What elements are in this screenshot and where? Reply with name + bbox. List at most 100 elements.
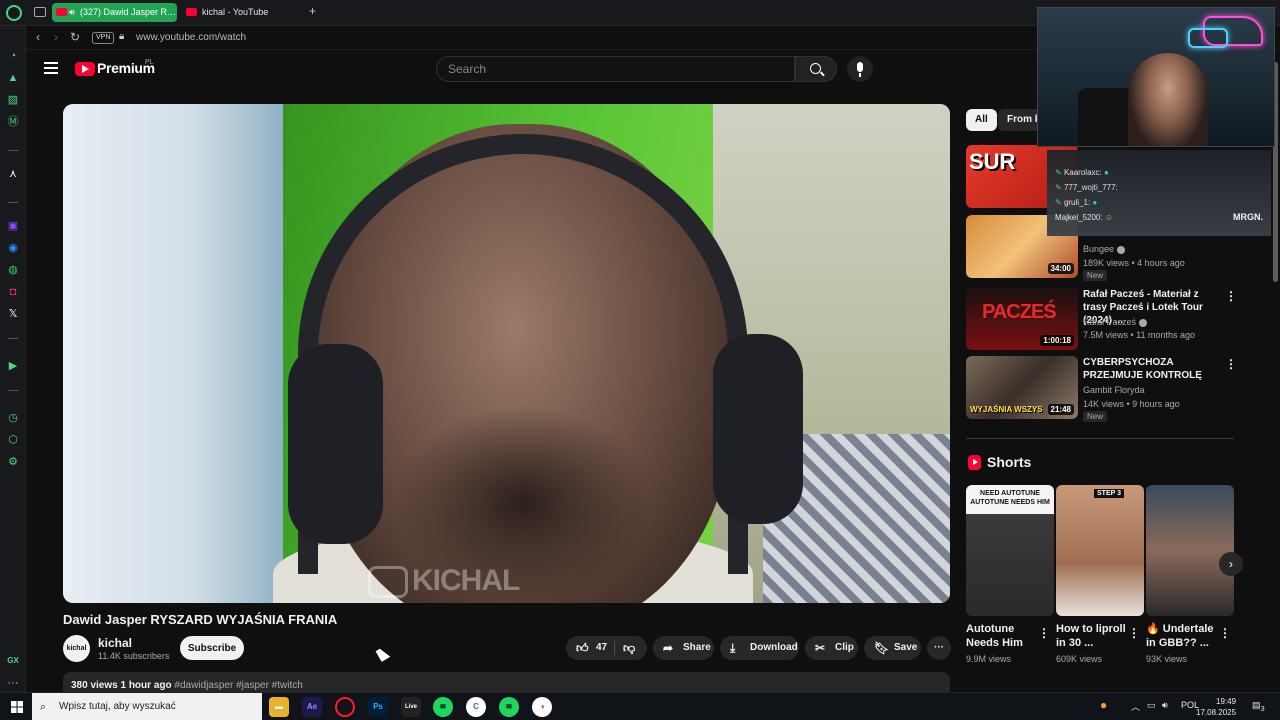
new-tab-button[interactable]: + xyxy=(309,4,316,18)
chip-all[interactable]: All xyxy=(966,109,997,131)
search-button[interactable] xyxy=(795,56,837,82)
extensions-icon[interactable]: ⬡ xyxy=(6,433,20,447)
channel-avatar[interactable]: kichal xyxy=(63,635,90,662)
recommendation-menu-icon[interactable]: ⋮ xyxy=(1225,357,1237,371)
shorts-heading: Shorts xyxy=(987,454,1032,470)
lock-icon[interactable]: 🔒︎ xyxy=(119,31,124,42)
shorts-next-chevron-icon[interactable]: › xyxy=(1219,552,1243,576)
menu-icon[interactable] xyxy=(44,62,58,74)
clock-icon[interactable]: ◷ xyxy=(6,411,20,425)
opera-gx-taskbar-icon[interactable] xyxy=(335,697,355,717)
windows-start-icon[interactable] xyxy=(11,701,23,713)
chat-message: Majkel_5200: ☺ xyxy=(1055,213,1113,222)
more-actions-button[interactable]: ··· xyxy=(927,636,951,660)
save-button[interactable]: 🔖︎ Save xyxy=(864,636,921,660)
taskbar-search[interactable]: ⌕ Wpisz tutaj, aby wyszukać xyxy=(32,693,262,720)
reload-icon[interactable]: ↻ xyxy=(70,30,80,44)
recommendation-thumbnail[interactable]: WYJAŚNIA WSZYS 21:48 xyxy=(966,356,1078,419)
cc-cleaner-icon[interactable]: C xyxy=(466,697,486,717)
whatsapp-icon[interactable]: ◍ xyxy=(6,263,20,277)
network-icon[interactable]: ▭ xyxy=(1147,700,1156,711)
short-thumbnail[interactable]: NEED AUTOTUNE AUTOTUNE NEEDS HIM xyxy=(966,485,1054,616)
player-icon[interactable]: ▶ xyxy=(6,359,20,373)
recommendation-channel[interactable]: Gambit Floryda xyxy=(1083,385,1145,395)
aria-icon[interactable]: ▲ xyxy=(6,71,20,85)
share-button[interactable]: ➦ Share xyxy=(653,636,714,660)
headphones-cup-left xyxy=(288,344,383,544)
opera-logo-icon[interactable] xyxy=(6,5,22,21)
chat-message: ✎ 777_wojti_777: xyxy=(1055,183,1118,192)
volume-icon[interactable]: 🔊︎ xyxy=(1162,700,1168,711)
weather-icon[interactable]: ● xyxy=(1100,698,1107,712)
video-player[interactable]: KICHAL xyxy=(63,104,950,603)
region-code: PL xyxy=(145,59,154,66)
browser-sidebar: ◔ ▲ ▨ Ⓜ ⋏ ▣ ◉ ◍ ◘ 𝕏 ▶ ◷ ⬡ ⚙ GX ··· xyxy=(0,26,26,692)
browser-tab-active[interactable]: 🔊︎ (327) Dawid Jasper R… xyxy=(52,3,177,22)
stream-logo: MRGN. xyxy=(1233,212,1263,222)
pinboard-icon[interactable]: ▨ xyxy=(6,93,20,107)
tab-islands-icon[interactable] xyxy=(34,7,46,17)
forward-icon[interactable]: › xyxy=(54,30,58,44)
url-field[interactable]: www.youtube.com/watch xyxy=(136,32,246,43)
short-views: 9.9M views xyxy=(966,654,1012,664)
settings-gear-icon[interactable]: ⚙ xyxy=(6,455,20,469)
scissors-icon: ✂ xyxy=(815,641,826,655)
voice-search-mic-icon[interactable] xyxy=(847,56,873,82)
search-input[interactable] xyxy=(436,56,795,82)
aria-ai-icon[interactable]: ⋏ xyxy=(6,167,20,181)
short-thumbnail[interactable] xyxy=(1146,485,1234,616)
short-menu-icon[interactable]: ⋮ xyxy=(1219,626,1231,640)
spotify-icon[interactable]: ≋ xyxy=(433,697,453,717)
channel-name[interactable]: kichal xyxy=(98,636,132,650)
short-menu-icon[interactable]: ⋮ xyxy=(1128,626,1140,640)
history-icon[interactable]: ◔ xyxy=(6,49,20,63)
browser-tab[interactable]: kichal - YouTube xyxy=(182,3,302,22)
clip-button[interactable]: ✂ Clip xyxy=(805,636,858,660)
gx-icon[interactable]: GX xyxy=(6,654,20,668)
twitch-icon[interactable]: ▣ xyxy=(6,219,20,233)
hashtags[interactable]: #dawidjasper #jasper #twitch xyxy=(174,680,302,691)
short-title[interactable]: How to liproll in 30 ... xyxy=(1056,622,1126,650)
speaker-icon[interactable]: 🔊︎ xyxy=(69,3,75,22)
thumbs-down-icon[interactable]: 👎︎ xyxy=(623,636,635,660)
messenger-icon[interactable]: ◉ xyxy=(6,241,20,255)
recommendation-thumbnail[interactable]: PACZEŚ 1:00:18 xyxy=(966,287,1078,350)
download-button[interactable]: ⤓ Download xyxy=(720,636,799,660)
subscribe-button[interactable]: Subscribe xyxy=(180,636,244,660)
file-explorer-icon[interactable]: ▬ xyxy=(269,697,289,717)
back-icon[interactable]: ‹ xyxy=(36,30,40,44)
short-menu-icon[interactable]: ⋮ xyxy=(1038,626,1050,640)
short-thumbnail[interactable]: STEP 3 xyxy=(1056,485,1144,616)
youtube-favicon-icon xyxy=(186,8,197,16)
youtube-logo-icon[interactable] xyxy=(75,62,95,76)
photoshop-icon[interactable]: Ps xyxy=(368,697,388,717)
video-frame-window xyxy=(63,104,283,603)
short-title[interactable]: 🔥 Undertale in GBB?? ... xyxy=(1146,622,1216,650)
sidebar-more-icon[interactable]: ··· xyxy=(6,676,20,690)
shorts-icon xyxy=(968,455,981,470)
like-button[interactable]: 👍︎ 47 👎︎ xyxy=(566,636,647,660)
instagram-icon[interactable]: ◘ xyxy=(6,285,20,299)
notifications-icon[interactable]: ▤3 xyxy=(1252,700,1265,713)
app-icon[interactable]: ◑ xyxy=(532,697,552,717)
tray-chevron-icon[interactable]: ︿ xyxy=(1131,700,1140,713)
messenger-m-icon[interactable]: Ⓜ xyxy=(6,115,20,129)
youtube-favicon-icon xyxy=(56,8,67,16)
bookmark-icon: 🔖︎ xyxy=(874,641,890,655)
recommendation-channel[interactable]: Bungee xyxy=(1083,244,1126,254)
system-clock[interactable]: 19:49 17.08.2025 xyxy=(1196,696,1236,718)
view-count-and-date: 380 views 1 hour ago xyxy=(71,680,172,691)
recommendation-title[interactable]: CYBERPSYCHOZA PRZEJMUJE KONTROLĘ xyxy=(1083,356,1223,382)
recommendation-menu-icon[interactable]: ⋮ xyxy=(1225,289,1237,303)
x-icon[interactable]: 𝕏 xyxy=(6,307,20,321)
spotify-icon[interactable]: ≋ xyxy=(499,697,519,717)
mouse-cursor-icon xyxy=(375,646,391,662)
after-effects-icon[interactable]: Ae xyxy=(302,697,322,717)
live-app-icon[interactable]: Live xyxy=(401,697,421,717)
vpn-badge[interactable]: VPN xyxy=(92,32,115,44)
recommendation-views: 14K views • 9 hours ago xyxy=(1083,399,1180,409)
neon-sign-decoration xyxy=(1188,28,1228,48)
recommendation-channel[interactable]: Rafał Pacześ xyxy=(1083,317,1148,327)
channel-watermark: KICHAL xyxy=(368,564,520,599)
short-title[interactable]: Autotune Needs Him xyxy=(966,622,1036,650)
